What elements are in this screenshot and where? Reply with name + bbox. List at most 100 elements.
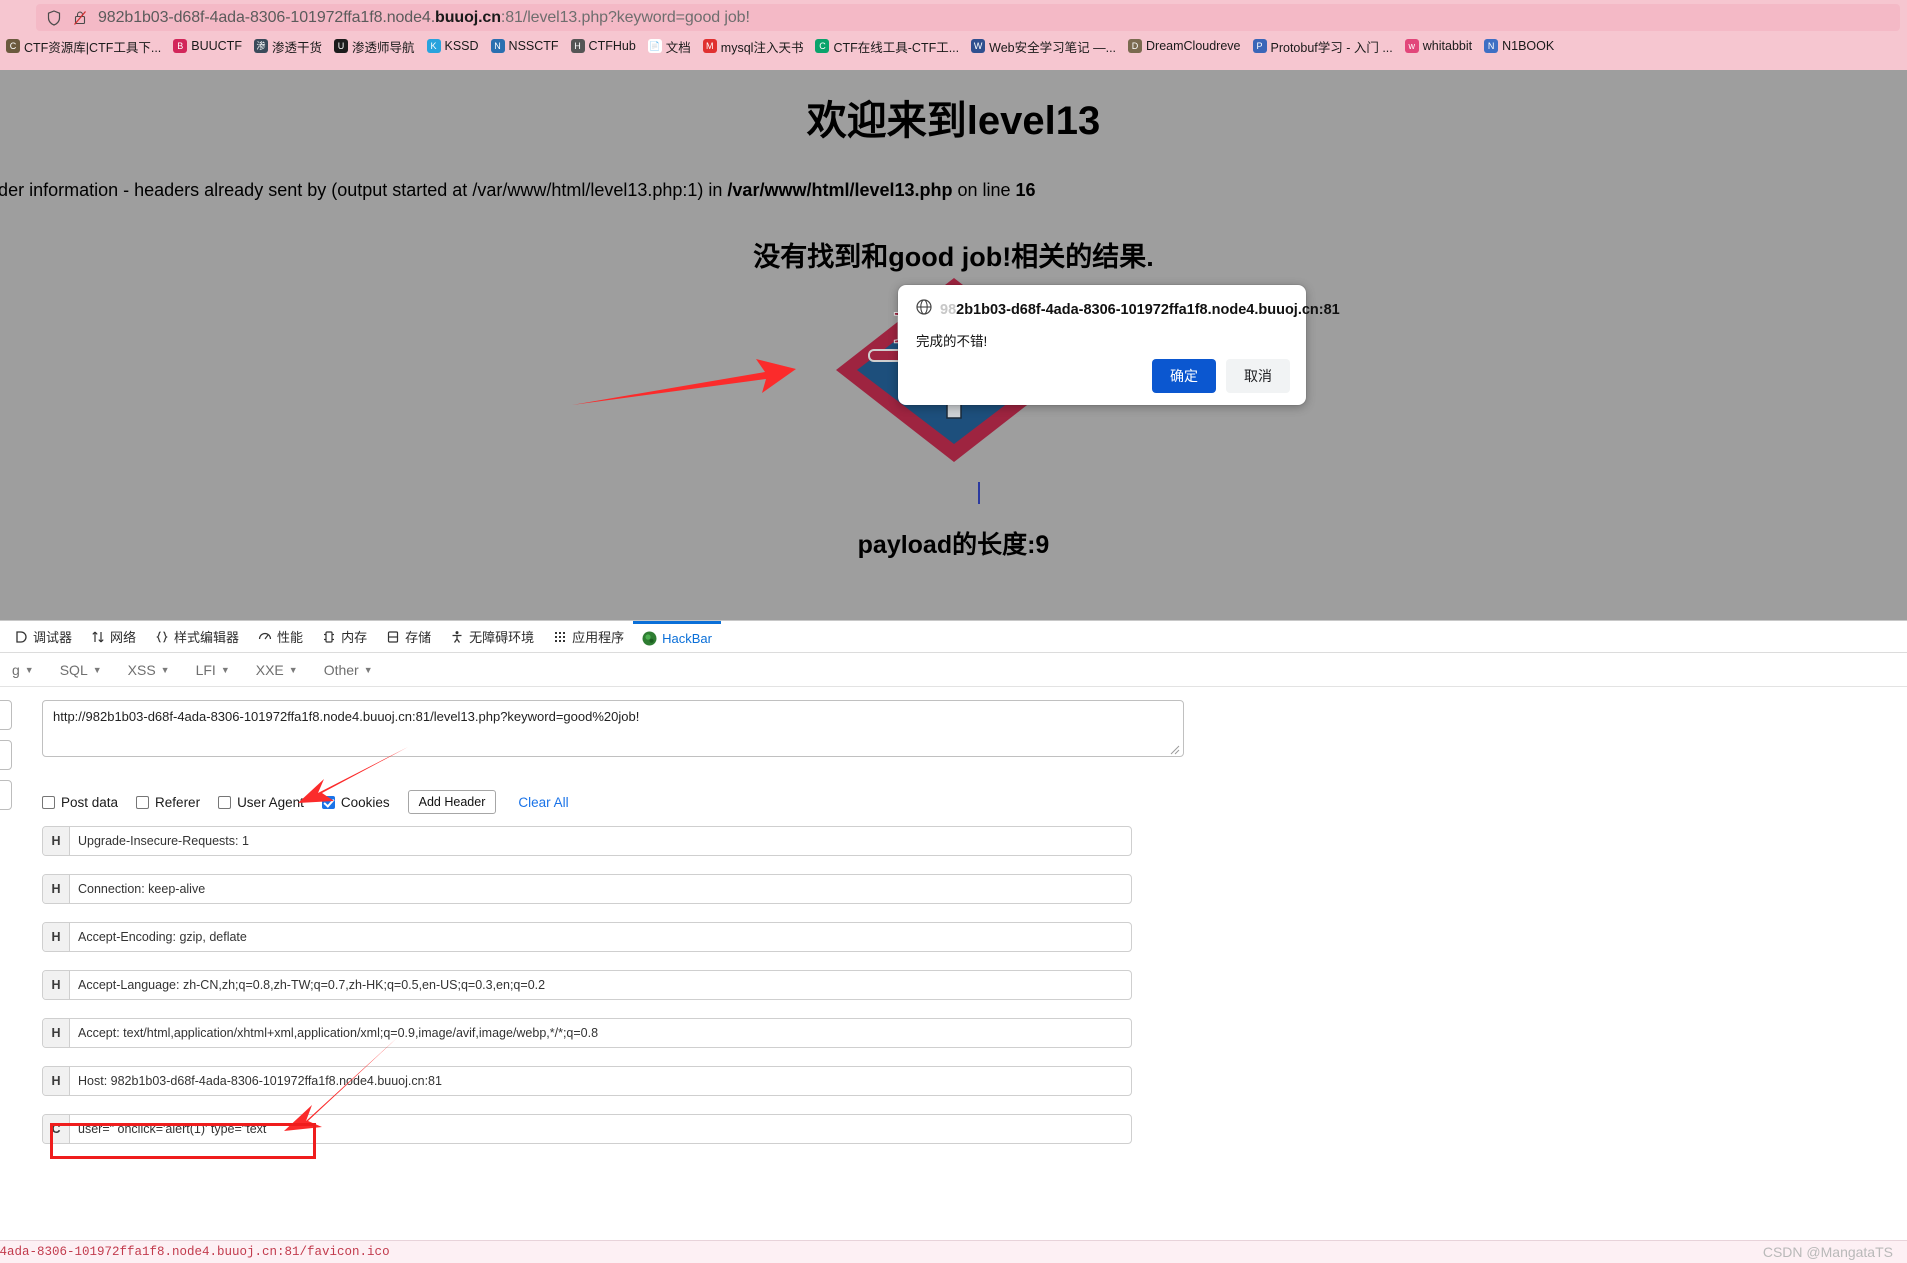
dialog-cancel-button[interactable]: 取消 [1226, 359, 1290, 393]
hackbar-menu-other[interactable]: Other ▼ [312, 658, 385, 682]
devtools-tab-application-grid[interactable]: 应用程序 [543, 621, 633, 653]
hackbar-menu-sql[interactable]: SQL ▼ [48, 658, 114, 682]
devtools-tab-storage[interactable]: 存储 [376, 621, 440, 653]
header-row[interactable]: H Accept-Encoding: gzip, deflate [42, 922, 1132, 952]
globe-icon [916, 299, 932, 320]
bookmark-favicon-icon: K [426, 39, 441, 53]
bookmark-label: CTFHub [588, 39, 636, 53]
bookmark-item[interactable]: N N1BOOK [1480, 38, 1562, 54]
header-type-badge: C [43, 1115, 70, 1143]
header-value-input[interactable]: Upgrade-Insecure-Requests: 1 [70, 827, 1131, 855]
clear-all-link[interactable]: Clear All [518, 795, 568, 810]
bookmark-favicon-icon: w [1404, 39, 1419, 53]
bookmark-label: CTF资源库|CTF工具下... [24, 40, 162, 55]
devtools-tab-debugger[interactable]: 调试器 [4, 621, 81, 653]
bookmark-favicon-icon: B [173, 39, 188, 53]
bookmark-favicon-icon: W [971, 39, 986, 53]
header-value-input[interactable]: user=" onclick='alert(1)' type="text [70, 1115, 1131, 1143]
header-row[interactable]: H Connection: keep-alive [42, 874, 1132, 904]
bookmark-item[interactable]: Mmysql注入天书 [699, 36, 812, 57]
devtools-tab-label: 样式编辑器 [174, 630, 240, 645]
dialog-confirm-button[interactable]: 确定 [1152, 359, 1216, 393]
bookmark-item[interactable]: C CTF在线工具-CTF工... [811, 36, 967, 57]
hackbar-option-post-data[interactable]: Post data [42, 795, 118, 810]
bookmark-label: 渗透师导航 [351, 40, 415, 55]
bookmark-favicon-icon: P [1252, 39, 1267, 53]
bookmark-item[interactable]: N NSSCTF [487, 38, 567, 54]
bookmark-favicon-icon: N [490, 39, 505, 53]
devtools-tab-label: 性能 [277, 630, 304, 645]
header-value-input[interactable]: Connection: keep-alive [70, 875, 1131, 903]
header-value-input[interactable]: Accept-Language: zh-CN,zh;q=0.8,zh-TW;q=… [70, 971, 1131, 999]
hackbar-menu-label: XXE [255, 661, 284, 678]
hackbar-side-button-1[interactable] [0, 700, 12, 730]
hackbar-menu-xxe[interactable]: XXE ▼ [244, 658, 310, 682]
bookmark-item[interactable]: U 渗透师导航 [330, 36, 423, 57]
hackbar-option-referer[interactable]: Referer [136, 795, 200, 810]
hackbar-menu-label: SQL [59, 661, 88, 678]
hackbar-option-label: Post data [61, 794, 119, 810]
bookmark-favicon-icon: 📄 [647, 39, 662, 53]
devtools-tab-label: 存储 [405, 630, 432, 645]
header-row[interactable]: H Accept: text/html,application/xhtml+xml… [42, 1018, 1132, 1048]
checkbox-icon[interactable] [42, 795, 55, 809]
hackbar-side-button-3[interactable] [0, 780, 12, 810]
url-domain: buuoj.cn [435, 8, 501, 26]
bookmark-label: KSSD [444, 39, 479, 53]
hackbar-url-input[interactable] [42, 700, 1184, 757]
bookmark-item[interactable]: w whitabbit [1401, 38, 1480, 54]
php-warning-path: /var/www/html/level13.php [727, 180, 953, 200]
hackbar-side-buttons[interactable] [0, 700, 12, 820]
textarea-resize-grip[interactable] [1168, 743, 1180, 755]
debugger-icon [13, 629, 28, 644]
application-grid-icon [552, 629, 567, 644]
header-row[interactable]: H Host: 982b1b03-d68f-4ada-8306-101972ffa… [42, 1066, 1132, 1096]
bookmark-item[interactable]: D DreamCloudreve [1124, 38, 1248, 54]
chevron-down-icon: ▼ [220, 664, 230, 675]
bookmark-item[interactable]: 📄 文档 [644, 36, 699, 57]
bookmark-item[interactable]: K KSSD [423, 38, 487, 54]
header-value-input[interactable]: Host: 982b1b03-d68f-4ada-8306-101972ffa1… [70, 1067, 1131, 1095]
checkbox-icon[interactable] [218, 795, 232, 809]
javascript-alert-dialog: 982b1b03-d68f-4ada-8306-101972ffa1f8.nod… [898, 285, 1340, 405]
bookmark-item[interactable]: W Web安全学习笔记 —... [967, 36, 1124, 57]
accessibility-icon [449, 629, 464, 644]
hackbar-menu-label: LFI [195, 661, 216, 678]
bookmark-item[interactable]: 渗渗透干货 [250, 36, 330, 57]
devtools-tab-accessibility[interactable]: 无障碍环境 [440, 621, 543, 653]
bookmark-favicon-icon: C [815, 39, 830, 53]
header-type-badge: H [43, 875, 70, 903]
devtools-tab-performance-gauge[interactable]: 性能 [248, 621, 312, 653]
bookmark-item[interactable]: P Protobuf学习 - 入门 ... [1249, 36, 1401, 57]
address-bar-text: 982b1b03-d68f-4ada-8306-101972ffa1f8.nod… [98, 9, 750, 27]
hackbar-side-button-2[interactable] [0, 740, 12, 770]
hackbar-menu-label: g [12, 661, 20, 678]
browser-chrome: 982b1b03-d68f-4ada-8306-101972ffa1f8.nod… [0, 0, 1907, 70]
hackbar-option-label: Referer [155, 794, 201, 810]
bookmark-item[interactable]: H CTFHub [567, 38, 644, 54]
header-value-input[interactable]: Accept: text/html,application/xhtml+xml,… [70, 1019, 1131, 1047]
devtools-tab-network-arrows[interactable]: 网络 [81, 621, 145, 653]
bookmark-item[interactable]: B BUUCTF [169, 38, 250, 54]
dialog-origin-faded: 98 [940, 301, 957, 318]
devtools-tab-hackbar[interactable]: HackBar [633, 620, 721, 653]
url-suffix: :81/level13.php?keyword=good job! [500, 8, 750, 26]
header-row[interactable]: H Accept-Language: zh-CN,zh;q=0.8,zh-TW;q… [42, 970, 1132, 1000]
bookmark-label: Protobuf学习 - 入门 ... [1270, 40, 1393, 55]
hackbar-menu-xss[interactable]: XSS ▼ [116, 658, 182, 682]
hackbar-menu-lfi[interactable]: LFI ▼ [184, 658, 242, 682]
dialog-origin: 982b1b03-d68f-4ada-8306-101972ffa1f8.nod… [940, 302, 1340, 318]
address-bar[interactable]: 982b1b03-d68f-4ada-8306-101972ffa1f8.nod… [36, 4, 1900, 31]
header-value-input[interactable]: Accept-Encoding: gzip, deflate [70, 923, 1131, 951]
devtools-tab-braces[interactable]: 样式编辑器 [145, 621, 248, 653]
header-row[interactable]: H Upgrade-Insecure-Requests: 1 [42, 826, 1132, 856]
bookmark-item[interactable]: C CTF资源库|CTF工具下... [2, 36, 169, 57]
hackbar-menu-g[interactable]: g ▼ [0, 658, 46, 682]
devtools-tabbar: 调试器 网络 样式编辑器 性能 内存 存储 无障碍环境 应用程序 HackBar [0, 620, 1907, 653]
devtools-tab-memory[interactable]: 内存 [312, 621, 376, 653]
checkbox-icon[interactable] [136, 795, 150, 809]
header-type-badge: H [43, 971, 70, 999]
add-header-button[interactable]: Add Header [407, 790, 497, 814]
header-row[interactable]: Cuser=" onclick='alert(1)' type="text [42, 1114, 1132, 1144]
shield-icon [44, 8, 64, 28]
